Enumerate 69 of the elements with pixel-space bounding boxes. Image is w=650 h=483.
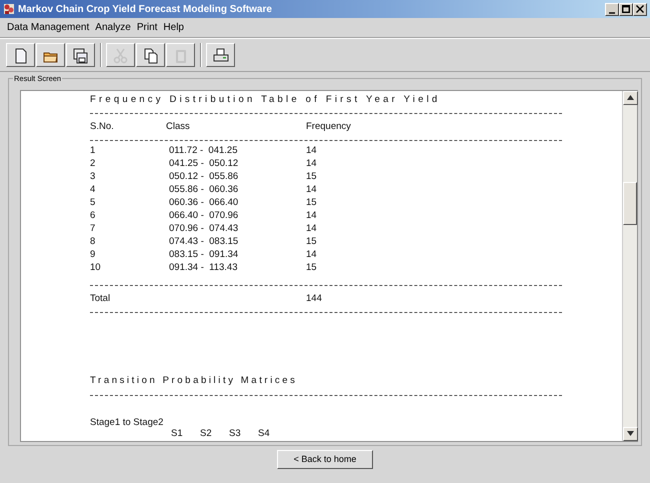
table-cell: 7	[90, 223, 96, 234]
folder-icon-button[interactable]	[36, 43, 65, 67]
table-cell: 14	[306, 249, 317, 260]
copy-icon	[142, 46, 159, 64]
maximize-icon	[622, 5, 630, 13]
table-cell: 011.72 - 041.25	[169, 145, 238, 156]
printer-icon-button[interactable]	[206, 43, 235, 67]
scroll-up-button[interactable]	[623, 91, 638, 105]
table-cell: 050.12 - 055.86	[169, 171, 238, 182]
column-header: Class	[166, 121, 190, 132]
table-cell: 14	[306, 184, 317, 195]
table-cell: 041.25 - 050.12	[169, 158, 238, 169]
table-cell: 066.40 - 070.96	[169, 210, 238, 221]
matrix-header: S2	[200, 428, 212, 439]
menu-item[interactable]: Data Management	[4, 20, 92, 35]
up-arrow-icon	[627, 94, 634, 100]
table-cell: 15	[306, 171, 317, 182]
window-title: Markov Chain Crop Yield Forecast Modeling Software	[18, 2, 272, 16]
menu-item[interactable]: Help	[160, 20, 187, 35]
total-label: Total	[90, 293, 110, 304]
table-cell: 074.43 - 083.15	[169, 236, 238, 247]
menu-item[interactable]: Print	[134, 20, 160, 35]
table-cell: 15	[306, 236, 317, 247]
new-file-icon-button[interactable]	[6, 43, 35, 67]
matrix-header: S1	[171, 428, 183, 439]
column-header: Frequency	[306, 121, 351, 132]
table-cell: 15	[306, 197, 317, 208]
table-cell: 14	[306, 145, 317, 156]
table-cell: 055.86 - 060.36	[169, 184, 238, 195]
table-cell: 14	[306, 223, 317, 234]
table-cell: 8	[90, 236, 96, 247]
save-icon-button[interactable]	[66, 43, 95, 67]
back-button[interactable]: < Back to home	[277, 450, 373, 469]
matrix-header: S4	[258, 428, 270, 439]
matrix-header: S3	[229, 428, 241, 439]
total-value: 144	[306, 293, 322, 304]
table-cell: 14	[306, 158, 317, 169]
table-cell: 060.36 - 066.40	[169, 197, 238, 208]
table-title: Frequency Distribution Table of First Year Yield	[90, 93, 442, 106]
copy-icon-button[interactable]	[136, 43, 165, 67]
table-cell: 9	[90, 249, 96, 260]
maximize-button[interactable]	[619, 2, 633, 16]
column-header: S.No.	[90, 121, 114, 132]
menu-item[interactable]: Analyze	[92, 20, 134, 35]
printer-icon	[212, 46, 229, 64]
table-cell: 6	[90, 210, 96, 221]
scroll-down-button[interactable]	[623, 427, 638, 441]
minimize-icon	[609, 12, 615, 14]
table-cell: 5	[90, 197, 96, 208]
minimize-button[interactable]	[605, 2, 619, 16]
table-cell: 10	[90, 262, 101, 273]
table-cell: 4	[90, 184, 96, 195]
table-cell: 15	[306, 262, 317, 273]
stage-label: Stage1 to Stage2	[90, 417, 164, 428]
app-icon	[3, 3, 15, 15]
scroll-thumb[interactable]	[623, 182, 637, 225]
close-icon	[636, 5, 644, 13]
table-cell: 070.96 - 074.43	[169, 223, 238, 234]
table-cell: 1	[90, 145, 96, 156]
table-cell: 3	[90, 171, 96, 182]
table-cell: 091.34 - 113.43	[169, 262, 238, 273]
table-cell: 14	[306, 210, 317, 221]
scissors-icon	[112, 46, 129, 64]
section-title: Transition Probability Matrices	[90, 374, 298, 387]
down-arrow-icon	[627, 430, 634, 436]
close-button[interactable]	[633, 2, 647, 16]
save-icon	[72, 46, 89, 64]
table-cell: 083.15 - 091.34	[169, 249, 238, 260]
table-cell: 2	[90, 158, 96, 169]
